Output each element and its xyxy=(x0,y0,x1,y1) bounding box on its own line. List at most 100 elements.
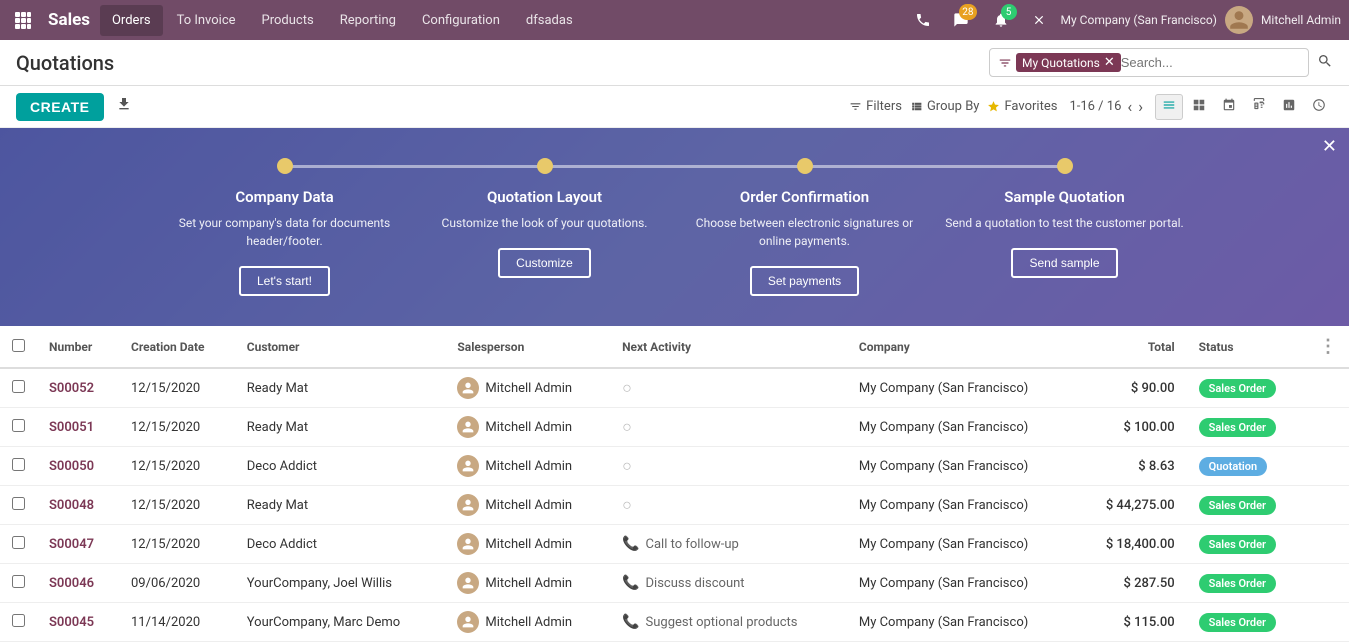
row-number[interactable]: S00048 xyxy=(37,486,119,525)
topnav-right: 28 5 My Company (San Francisco) Mitchell… xyxy=(909,4,1341,36)
row-checkbox[interactable] xyxy=(12,458,25,471)
search-input[interactable] xyxy=(1121,55,1300,70)
search-tag: My Quotations ✕ xyxy=(1016,53,1121,72)
row-company: My Company (San Francisco) xyxy=(847,603,1077,642)
banner-close-button[interactable]: ✕ xyxy=(1322,136,1337,157)
filters-label: Filters xyxy=(866,99,902,114)
filter-icon xyxy=(998,56,1012,70)
nav-dfsadas[interactable]: dfsadas xyxy=(514,5,585,36)
row-status: Sales Order xyxy=(1187,525,1307,564)
row-company: My Company (San Francisco) xyxy=(847,447,1077,486)
discuss-badge: 5 xyxy=(1001,4,1017,20)
row-customer[interactable]: Ready Mat xyxy=(235,368,446,408)
th-customer: Customer xyxy=(235,326,446,368)
toolbar-left: CREATE xyxy=(16,92,136,121)
row-number[interactable]: S00052 xyxy=(37,368,119,408)
row-checkbox[interactable] xyxy=(12,419,25,432)
pager-next[interactable]: › xyxy=(1138,97,1143,116)
status-badge: Sales Order xyxy=(1199,613,1276,632)
salesperson-avatar xyxy=(457,416,479,438)
row-number[interactable]: S00047 xyxy=(37,525,119,564)
row-date: 12/15/2020 xyxy=(119,447,235,486)
view-kanban-button[interactable] xyxy=(1185,94,1213,120)
filters-button[interactable]: Filters xyxy=(849,99,902,114)
table-row: S00047 12/15/2020 Deco Addict Mitchell A… xyxy=(0,525,1349,564)
row-customer[interactable]: YourCompany, Joel Willis xyxy=(235,564,446,603)
status-badge: Sales Order xyxy=(1199,418,1276,437)
table-row: S00050 12/15/2020 Deco Addict Mitchell A… xyxy=(0,447,1349,486)
row-total: $ 287.50 xyxy=(1076,564,1186,603)
favorites-button[interactable]: Favorites xyxy=(987,99,1057,114)
row-number[interactable]: S00050 xyxy=(37,447,119,486)
step-btn-1[interactable]: Customize xyxy=(498,248,591,278)
row-checkbox[interactable] xyxy=(12,614,25,627)
row-company: My Company (San Francisco) xyxy=(847,408,1077,447)
view-calendar-button[interactable] xyxy=(1215,94,1243,120)
download-button[interactable] xyxy=(112,92,136,121)
row-customer[interactable]: Ready Mat xyxy=(235,408,446,447)
banner-step-1: Quotation Layout Customize the look of y… xyxy=(415,158,675,278)
row-customer[interactable]: Ready Mat xyxy=(235,486,446,525)
row-salesperson: Mitchell Admin xyxy=(445,447,610,486)
search-tag-label: My Quotations xyxy=(1022,56,1100,70)
step-btn-0[interactable]: Let's start! xyxy=(239,266,330,296)
th-status: Status xyxy=(1187,326,1307,368)
salesperson-avatar xyxy=(457,533,479,555)
view-pivot-button[interactable] xyxy=(1245,94,1273,120)
company-name: My Company (San Francisco) xyxy=(1061,13,1217,27)
row-status: Sales Order xyxy=(1187,603,1307,642)
row-activity: ○ xyxy=(610,408,847,447)
step-title-0: Company Data xyxy=(235,188,333,206)
nav-products[interactable]: Products xyxy=(250,5,326,36)
row-checkbox[interactable] xyxy=(12,380,25,393)
activity-discuss-icon: 📞 xyxy=(622,575,639,591)
step-btn-2[interactable]: Set payments xyxy=(750,266,859,296)
step-title-2: Order Confirmation xyxy=(740,188,869,206)
row-customer[interactable]: YourCompany, Marc Demo xyxy=(235,603,446,642)
row-number[interactable]: S00046 xyxy=(37,564,119,603)
select-all-checkbox[interactable] xyxy=(12,339,25,352)
phone-icon[interactable] xyxy=(909,6,937,34)
row-number[interactable]: S00051 xyxy=(37,408,119,447)
search-button[interactable] xyxy=(1317,53,1333,73)
view-list-button[interactable] xyxy=(1155,94,1183,120)
row-number[interactable]: S00045 xyxy=(37,603,119,642)
table-row: S00045 11/14/2020 YourCompany, Marc Demo… xyxy=(0,603,1349,642)
avatar[interactable] xyxy=(1225,6,1253,34)
row-customer[interactable]: Deco Addict xyxy=(235,525,446,564)
row-salesperson: Mitchell Admin xyxy=(445,564,610,603)
nav-configuration[interactable]: Configuration xyxy=(410,5,512,36)
salesperson-name: Mitchell Admin xyxy=(485,576,572,591)
create-button[interactable]: CREATE xyxy=(16,93,104,121)
groupby-button[interactable]: Group By xyxy=(910,99,980,114)
discuss-button[interactable]: 5 xyxy=(985,4,1017,36)
row-customer[interactable]: Deco Addict xyxy=(235,447,446,486)
row-checkbox[interactable] xyxy=(12,575,25,588)
search-tag-close[interactable]: ✕ xyxy=(1104,55,1115,70)
close-icon[interactable] xyxy=(1025,6,1053,34)
brand-label: Sales xyxy=(48,10,90,30)
search-bar[interactable]: My Quotations ✕ xyxy=(989,48,1309,77)
column-options-icon[interactable]: ⋮ xyxy=(1319,336,1337,357)
nav-orders[interactable]: Orders xyxy=(100,5,163,36)
salesperson-name: Mitchell Admin xyxy=(485,381,572,396)
row-checkbox[interactable] xyxy=(12,497,25,510)
setup-banner: ✕ Company Data Set your company's data f… xyxy=(0,128,1349,326)
row-total: $ 90.00 xyxy=(1076,368,1186,408)
nav-reporting[interactable]: Reporting xyxy=(328,5,408,36)
chat-button[interactable]: 28 xyxy=(945,4,977,36)
activity-none-icon: ○ xyxy=(622,456,632,476)
row-date: 12/15/2020 xyxy=(119,486,235,525)
row-checkbox[interactable] xyxy=(12,536,25,549)
view-graph-button[interactable] xyxy=(1275,94,1303,120)
salesperson-avatar xyxy=(457,377,479,399)
row-total: $ 44,275.00 xyxy=(1076,486,1186,525)
view-clock-button[interactable] xyxy=(1305,94,1333,120)
apps-menu-button[interactable] xyxy=(8,5,38,35)
step-btn-3[interactable]: Send sample xyxy=(1011,248,1117,278)
pager-prev[interactable]: ‹ xyxy=(1127,97,1132,116)
banner-step-0: Company Data Set your company's data for… xyxy=(155,158,415,296)
step-desc-3: Send a quotation to test the customer po… xyxy=(945,214,1183,232)
th-next-activity: Next Activity xyxy=(610,326,847,368)
nav-to-invoice[interactable]: To Invoice xyxy=(165,5,248,36)
